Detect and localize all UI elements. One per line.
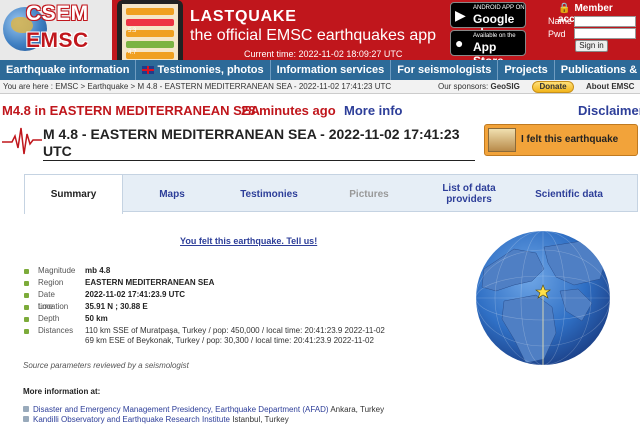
donate-button[interactable]: Donate — [532, 81, 574, 93]
more-info-title: More information at: — [23, 387, 101, 396]
current-time: Current time: 2022-11-02 18:09:27 UTC — [244, 49, 403, 59]
tab-maps[interactable]: Maps — [125, 175, 219, 213]
uk-flag-icon — [142, 66, 155, 74]
agency-item: Kandilli Observatory and Earthquake Rese… — [23, 415, 289, 424]
agency-link-afad[interactable]: Disaster and Emergency Management Presid… — [33, 405, 329, 414]
logo-csem-text: CSEM — [26, 2, 89, 25]
google-play-icon: ▶ — [455, 7, 466, 23]
agency-icon — [23, 416, 29, 422]
emsc-logo[interactable]: CSEM EMSC — [0, 0, 112, 60]
felt-tell-us-link[interactable]: You felt this earthquake. Tell us! — [180, 236, 317, 246]
agency-item: Disaster and Emergency Management Presid… — [23, 405, 384, 414]
sponsor-link[interactable]: GeoSIG — [490, 82, 519, 91]
breadcrumb-bar: You are here : EMSC > Earthquake > M 4.8… — [0, 80, 640, 94]
nav-projects[interactable]: Projects — [498, 60, 555, 80]
main-nav: Earthquake information Testimonies, phot… — [0, 60, 640, 80]
nav-testimonies-photos[interactable]: Testimonies, photos — [136, 60, 271, 80]
tab-testimonies[interactable]: Testimonies — [219, 175, 319, 213]
about-emsc-link[interactable]: About EMSC — [586, 80, 634, 94]
apple-icon: ● — [455, 35, 464, 51]
name-input[interactable] — [574, 16, 636, 27]
app-subtitle: the official EMSC earthquakes app — [190, 27, 437, 44]
tab-summary[interactable]: Summary — [24, 175, 123, 214]
bullet-icon — [24, 293, 29, 298]
building-icon — [488, 128, 516, 152]
tab-pictures[interactable]: Pictures — [319, 175, 419, 213]
bullet-icon — [24, 317, 29, 322]
nav-earthquake-information[interactable]: Earthquake information — [0, 60, 137, 80]
name-label: Name — [548, 16, 573, 26]
password-input[interactable] — [574, 28, 636, 39]
sponsors: Our sponsors: GeoSIG — [438, 82, 520, 91]
earthquake-location-globe[interactable] — [474, 229, 612, 367]
more-info-link[interactable]: More info — [344, 103, 403, 118]
bullet-icon — [24, 305, 29, 310]
bullet-icon — [24, 281, 29, 286]
nav-for-seismologists[interactable]: For seismologists — [391, 60, 499, 80]
i-felt-this-earthquake-button[interactable]: I felt this earthquake — [484, 124, 638, 156]
pwd-label: Pwd — [548, 29, 566, 39]
app-store-button[interactable]: ● Available on the App Store — [450, 30, 526, 60]
tab-bar: Summary Maps Testimonies Pictures List o… — [24, 174, 638, 214]
bullet-icon — [24, 269, 29, 274]
app-title: LASTQUAKE — [190, 8, 297, 25]
breadcrumb[interactable]: You are here : EMSC > Earthquake > M 4.8… — [3, 80, 391, 94]
lock-icon: 🔒 — [558, 3, 571, 14]
disclaimer-link[interactable]: Disclaimer — [578, 103, 640, 118]
member-access-box: 🔒Member access Name Pwd Sign in — [530, 0, 640, 60]
bullet-icon — [24, 329, 29, 334]
tab-list-of-data-providers[interactable]: List of data providers — [419, 175, 519, 213]
nav-publications-docs[interactable]: Publications & docs — [555, 60, 640, 80]
google-play-button[interactable]: ▶ ANDROID APP ON Google play — [450, 2, 526, 40]
event-headline: M4.8 in EASTERN MEDITERRANEAN SEA 28 min… — [0, 103, 640, 119]
event-title: M 4.8 - EASTERN MEDITERRANEAN SEA - 2022… — [43, 126, 475, 161]
nav-information-services[interactable]: Information services — [271, 60, 392, 80]
headline-quake: M4.8 in EASTERN MEDITERRANEAN SEA — [2, 103, 260, 118]
agency-link-kandilli[interactable]: Kandilli Observatory and Earthquake Rese… — [33, 415, 230, 424]
header-banner: CSEM EMSC 5.3 4.7 LASTQUAKE the official… — [0, 0, 640, 60]
headline-time-ago: 28 minutes ago — [241, 103, 336, 118]
distances-value: 110 km SSE of Muratpaşa, Turkey / pop: 4… — [85, 326, 385, 345]
logo-emsc-text: EMSC — [26, 29, 89, 52]
agency-icon — [23, 406, 29, 412]
phone-app-image: 5.3 4.7 — [117, 0, 183, 60]
seismogram-icon — [2, 127, 42, 155]
sign-in-button[interactable]: Sign in — [575, 40, 608, 52]
tab-scientific-data[interactable]: Scientific data — [519, 175, 619, 213]
reviewed-note: Source parameters reviewed by a seismolo… — [23, 361, 189, 370]
